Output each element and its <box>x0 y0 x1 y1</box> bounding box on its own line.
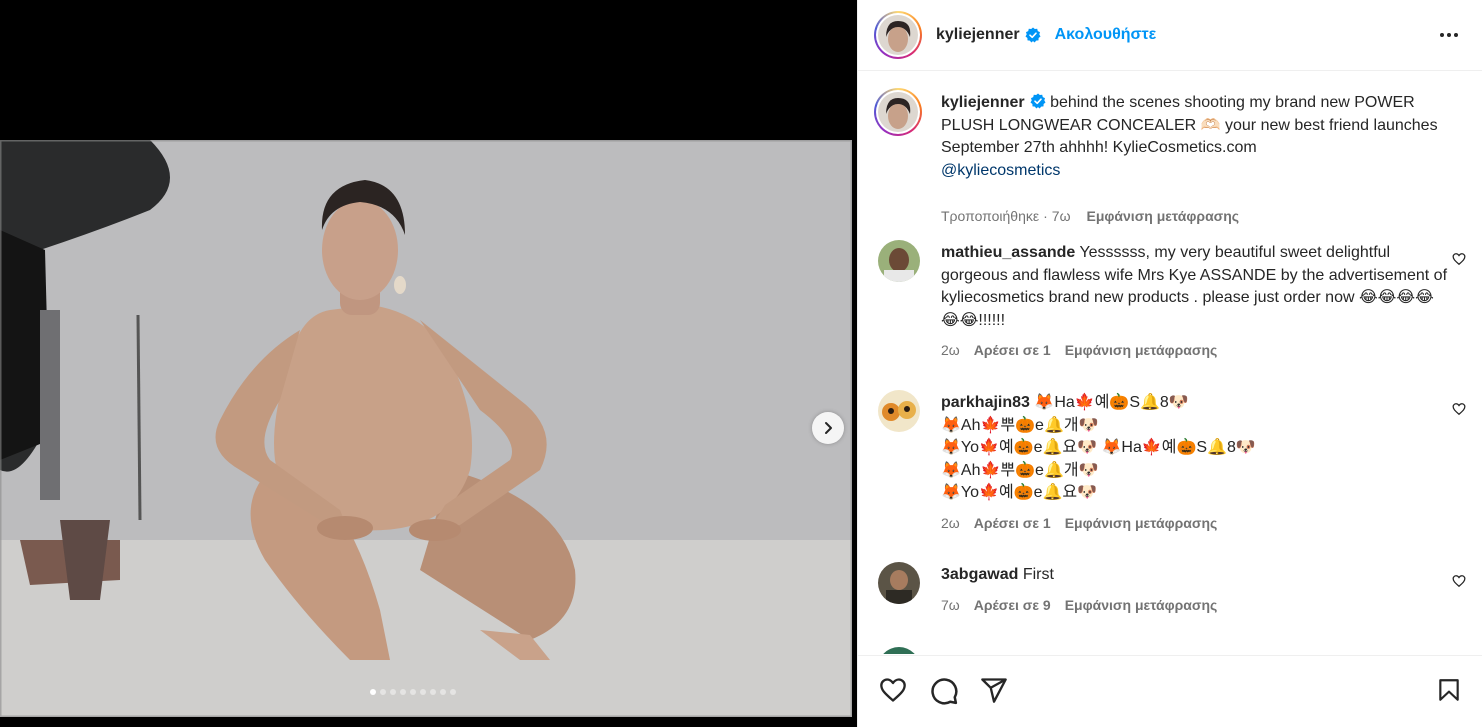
verified-badge-icon <box>1030 93 1046 109</box>
carousel-dot <box>370 689 376 695</box>
comment-translate-button[interactable]: Εμφάνιση μετάφρασης <box>1065 342 1218 358</box>
author-avatar[interactable] <box>874 11 922 59</box>
caption-translate-button[interactable]: Εμφάνιση μετάφρασης <box>1087 208 1240 224</box>
comment-time: 7ω <box>941 597 960 613</box>
comment-meta: 7ω Αρέσει σε 9 Εμφάνιση μετάφρασης <box>941 597 1217 613</box>
action-bar <box>858 655 1482 727</box>
commenter-username[interactable]: mathieu_assande <box>941 244 1075 261</box>
carousel-dot <box>440 689 446 695</box>
comment-text-line: 🦊Ha🍁예🎃S🔔8🐶 <box>1034 394 1189 411</box>
carousel-dot <box>450 689 456 695</box>
commenter-avatar[interactable] <box>878 647 920 654</box>
caption-username[interactable]: kyliejenner <box>941 94 1025 111</box>
avatar-image <box>878 562 920 604</box>
carousel-dot <box>430 689 436 695</box>
caption-author-avatar[interactable] <box>874 88 922 136</box>
share-icon[interactable] <box>980 676 1008 704</box>
chevron-right-icon <box>825 422 832 434</box>
heart-icon[interactable] <box>878 676 908 704</box>
commenter-avatar[interactable] <box>878 240 920 282</box>
author-username[interactable]: kyliejenner <box>936 26 1020 44</box>
post-media <box>0 0 857 727</box>
commenter-username[interactable]: 3abgawad <box>941 566 1018 583</box>
avatar-image <box>878 15 918 55</box>
photo-illustration <box>0 140 852 717</box>
caption-meta: Τροποποιήθηκε · 7ω Εμφάνιση μετάφρασης <box>941 208 1240 224</box>
bookmark-icon[interactable] <box>1436 676 1462 704</box>
comment-translate-button[interactable]: Εμφάνιση μετάφρασης <box>1065 515 1218 531</box>
avatar-image <box>878 92 918 132</box>
post-sidebar: kyliejenner Ακολουθήστε kyliejenner behi… <box>857 0 1482 727</box>
comment-time: 2ω <box>941 515 960 531</box>
comment-text: First <box>1022 566 1054 583</box>
avatar-image <box>878 240 920 282</box>
commenter-avatar[interactable] <box>878 390 920 432</box>
carousel-next-button[interactable] <box>812 412 844 444</box>
edited-label: Τροποποιήθηκε <box>941 208 1040 224</box>
carousel-dot <box>390 689 396 695</box>
carousel-dot <box>420 689 426 695</box>
comment-time: 2ω <box>941 342 960 358</box>
comments-list: kyliejenner behind the scenes shooting m… <box>858 72 1482 654</box>
caption-emoji: 🫶🏻 <box>1200 116 1221 134</box>
heart-icon[interactable] <box>1452 574 1466 588</box>
commenter-avatar[interactable] <box>878 562 920 604</box>
comment-translate-button[interactable]: Εμφάνιση μετάφρασης <box>1065 597 1218 613</box>
comment-icon[interactable] <box>929 676 959 706</box>
avatar-image <box>878 390 920 432</box>
heart-icon[interactable] <box>1452 252 1466 266</box>
comment-meta: 2ω Αρέσει σε 1 Εμφάνιση μετάφρασης <box>941 342 1217 358</box>
comment-likes-button[interactable]: Αρέσει σε 9 <box>974 597 1051 613</box>
comment-likes-button[interactable]: Αρέσει σε 1 <box>974 515 1051 531</box>
carousel-dot <box>400 689 406 695</box>
comment-likes-button[interactable]: Αρέσει σε 1 <box>974 342 1051 358</box>
comment-text-line: 🦊Ah🍁뿌🎃e🔔개🐶 <box>941 416 1099 434</box>
more-options-icon[interactable] <box>1438 24 1460 46</box>
follow-button[interactable]: Ακολουθήστε <box>1055 26 1157 44</box>
carousel-dot <box>410 689 416 695</box>
verified-badge-icon <box>1025 27 1041 43</box>
comment-meta: 2ω Αρέσει σε 1 Εμφάνιση μετάφρασης <box>941 515 1217 531</box>
comment-text-line: 🦊Yo🍁예🎃e🔔요🐶 🦊Ha🍁예🎃S🔔8🐶 <box>941 439 1256 457</box>
comment-text-line: 🦊Ah🍁뿌🎃e🔔개🐶 <box>941 461 1099 479</box>
commenter-username[interactable]: parkhajin83 <box>941 394 1030 411</box>
heart-icon[interactable] <box>1452 402 1466 416</box>
post-header: kyliejenner Ακολουθήστε <box>858 0 1482 71</box>
caption-time: 7ω <box>1051 208 1071 224</box>
carousel-indicator <box>370 689 456 695</box>
post-photo <box>0 140 852 717</box>
caption-mention-link[interactable]: @kyliecosmetics <box>941 162 1060 179</box>
comment-text-line: 🦊Yo🍁예🎃e🔔요🐶 <box>941 484 1098 502</box>
carousel-dot <box>380 689 386 695</box>
